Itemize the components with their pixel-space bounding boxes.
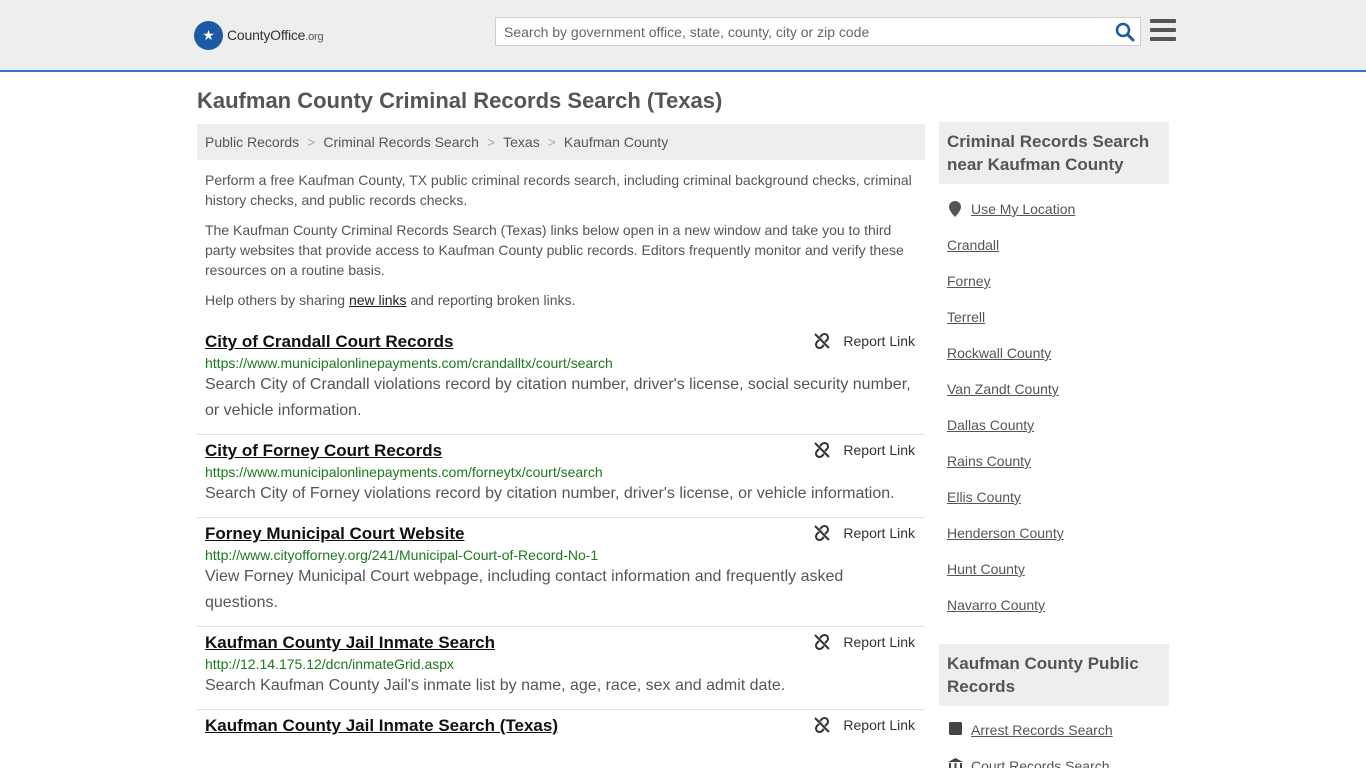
broken-link-icon [813,332,831,350]
breadcrumb-texas[interactable]: Texas [503,134,540,150]
nearby-link-henderson-county[interactable]: Henderson County [947,525,1064,541]
nearby-link-hunt-county[interactable]: Hunt County [947,561,1025,577]
report-link-button[interactable]: Report Link [813,441,915,459]
record-description: Search City of Crandall violations recor… [205,376,911,419]
records-list: City of Crandall Court Records https://w… [197,326,925,746]
report-link-label: Report Link [843,525,915,541]
search-icon[interactable] [1114,21,1136,43]
logo-text: CountyOffice [227,27,306,43]
report-link-label: Report Link [843,442,915,458]
record-title-link[interactable]: Kaufman County Jail Inmate Search [205,633,495,653]
square-icon [947,722,963,735]
arrest-records-search-link[interactable]: Arrest Records Search [971,722,1113,738]
nearby-item: Forney [947,273,1169,309]
report-link-button[interactable]: Report Link [813,524,915,542]
nearby-item: Dallas County [947,417,1169,453]
record-title-link[interactable]: City of Crandall Court Records [205,332,453,352]
nearby-item: Henderson County [947,525,1169,561]
court-records-search-link[interactable]: Court Records Search [971,758,1110,768]
nearby-link-rockwall-county[interactable]: Rockwall County [947,345,1051,361]
record-title-link[interactable]: City of Forney Court Records [205,441,442,461]
hamburger-menu-icon[interactable] [1150,19,1176,43]
nearby-link-forney[interactable]: Forney [947,273,991,289]
new-links-link[interactable]: new links [349,292,407,308]
public-record-item: Court Records Search [947,758,1169,768]
record-url: https://www.municipalonlinepayments.com/… [205,355,613,371]
public-records-list: Arrest Records Search Court Records Sear… [947,722,1169,768]
nearby-link-dallas-county[interactable]: Dallas County [947,417,1034,433]
search-input[interactable] [496,18,1106,45]
nearby-heading: Criminal Records Search near Kaufman Cou… [939,122,1169,184]
nearby-link-navarro-county[interactable]: Navarro County [947,597,1045,613]
breadcrumb: Public Records > Criminal Records Search… [197,124,925,160]
record-url: http://www.cityofforney.org/241/Municipa… [205,547,599,563]
report-link-label: Report Link [843,333,915,349]
nearby-list: Use My Location Crandall Forney Terrell … [947,201,1169,633]
report-link-button[interactable]: Report Link [813,633,915,651]
breadcrumb-public-records[interactable]: Public Records [205,134,299,150]
nearby-link-ellis-county[interactable]: Ellis County [947,489,1021,505]
nearby-item: Hunt County [947,561,1169,597]
use-location-item: Use My Location [947,201,1169,237]
broken-link-icon [813,633,831,651]
logo[interactable]: ★ CountyOffice.org [194,20,324,50]
intro-paragraph-2: The Kaufman County Criminal Records Sear… [205,222,904,278]
nearby-link-van-zandt-county[interactable]: Van Zandt County [947,381,1059,397]
map-marker-icon [947,201,963,217]
logo-eagle-icon: ★ [194,20,223,50]
record-item: Kaufman County Jail Inmate Search http:/… [197,627,925,710]
broken-link-icon [813,441,831,459]
page-title: Kaufman County Criminal Records Search (… [197,88,723,113]
breadcrumb-criminal-records-search[interactable]: Criminal Records Search [323,134,479,150]
record-item: City of Crandall Court Records https://w… [197,326,925,435]
public-records-heading: Kaufman County Public Records [939,644,1169,706]
intro-paragraph-3: Help others by sharing new links and rep… [205,292,576,308]
breadcrumb-separator: > [486,134,496,150]
nearby-item: Ellis County [947,489,1169,525]
report-link-label: Report Link [843,717,915,733]
breadcrumb-kaufman-county[interactable]: Kaufman County [564,134,668,150]
record-item: Kaufman County Jail Inmate Search (Texas… [197,710,925,746]
report-link-label: Report Link [843,634,915,650]
site-header: ★ CountyOffice.org [0,0,1366,72]
nearby-item: Crandall [947,237,1169,273]
nearby-item: Terrell [947,309,1169,345]
use-my-location-link[interactable]: Use My Location [971,201,1075,217]
nearby-link-crandall[interactable]: Crandall [947,237,999,253]
record-url: http://12.14.175.12/dcn/inmateGrid.aspx [205,656,455,672]
record-item: City of Forney Court Records https://www… [197,435,925,518]
logo-suffix: .org [305,31,324,43]
report-link-button[interactable]: Report Link [813,332,915,350]
nearby-item: Navarro County [947,597,1169,633]
record-description: Search City of Forney violations record … [205,485,895,502]
broken-link-icon [813,524,831,542]
record-url: https://www.municipalonlinepayments.com/… [205,464,603,480]
intro-paragraph-1: Perform a free Kaufman County, TX public… [205,172,912,208]
courthouse-icon [947,758,963,768]
record-item: Forney Municipal Court Website http://ww… [197,518,925,627]
nearby-item: Rockwall County [947,345,1169,381]
nearby-item: Rains County [947,453,1169,489]
breadcrumb-separator: > [307,134,316,150]
record-description: View Forney Municipal Court webpage, inc… [205,568,844,611]
report-link-button[interactable]: Report Link [813,716,915,734]
nearby-item: Van Zandt County [947,381,1169,417]
record-title-link[interactable]: Kaufman County Jail Inmate Search (Texas… [205,716,558,736]
nearby-link-terrell[interactable]: Terrell [947,309,985,325]
breadcrumb-separator: > [547,134,556,150]
nearby-link-rains-county[interactable]: Rains County [947,453,1031,469]
record-description: Search Kaufman County Jail's inmate list… [205,677,786,694]
search-box [495,17,1141,46]
public-record-item: Arrest Records Search [947,722,1169,758]
record-title-link[interactable]: Forney Municipal Court Website [205,524,464,544]
broken-link-icon [813,716,831,734]
